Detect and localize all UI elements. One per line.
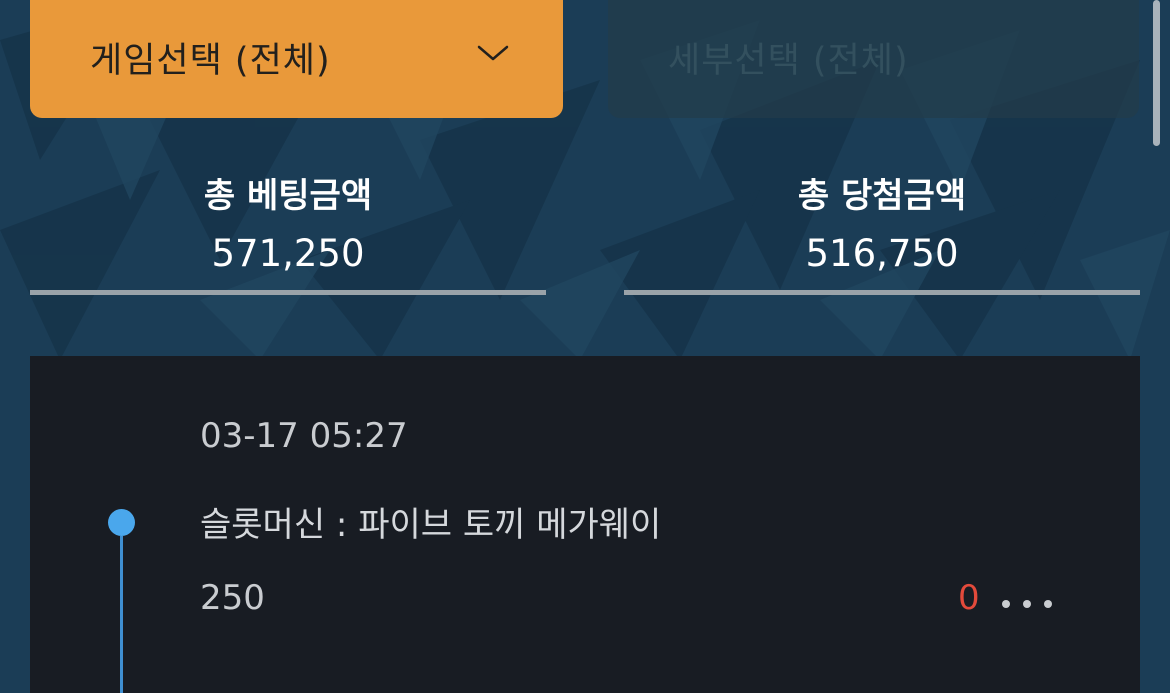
entry-bet-amount: 250 xyxy=(200,578,265,618)
entry-win-amount: 0 xyxy=(958,578,980,618)
entry-datetime: 03-17 05:27 xyxy=(200,416,408,456)
timeline-dot xyxy=(108,509,135,536)
detail-select-dropdown[interactable]: 세부선택 (전체) xyxy=(608,0,1139,118)
total-win-summary: 총 당첨금액 516,750 xyxy=(624,160,1140,296)
total-win-underline xyxy=(624,290,1140,295)
total-win-label: 총 당첨금액 xyxy=(797,176,967,216)
game-select-label: 게임선택 (전체) xyxy=(90,41,331,81)
total-bet-underline xyxy=(30,290,546,295)
total-bet-value: 571,250 xyxy=(211,232,365,275)
chevron-down-icon xyxy=(477,45,509,61)
scrollbar-thumb[interactable] xyxy=(1153,0,1160,146)
game-select-dropdown[interactable]: 게임선택 (전체) xyxy=(30,0,563,118)
total-win-value: 516,750 xyxy=(805,232,959,275)
entry-game-title: 슬롯머신 : 파이브 토끼 메가웨이 xyxy=(200,505,662,545)
detail-select-label: 세부선택 (전체) xyxy=(668,41,909,81)
history-panel: 03-17 05:27 슬롯머신 : 파이브 토끼 메가웨이 250 0 xyxy=(30,356,1140,693)
total-bet-summary: 총 베팅금액 571,250 xyxy=(30,160,546,296)
total-bet-label: 총 베팅금액 xyxy=(203,176,373,216)
timeline-line xyxy=(120,536,123,693)
more-dots-icon[interactable] xyxy=(1002,598,1054,610)
